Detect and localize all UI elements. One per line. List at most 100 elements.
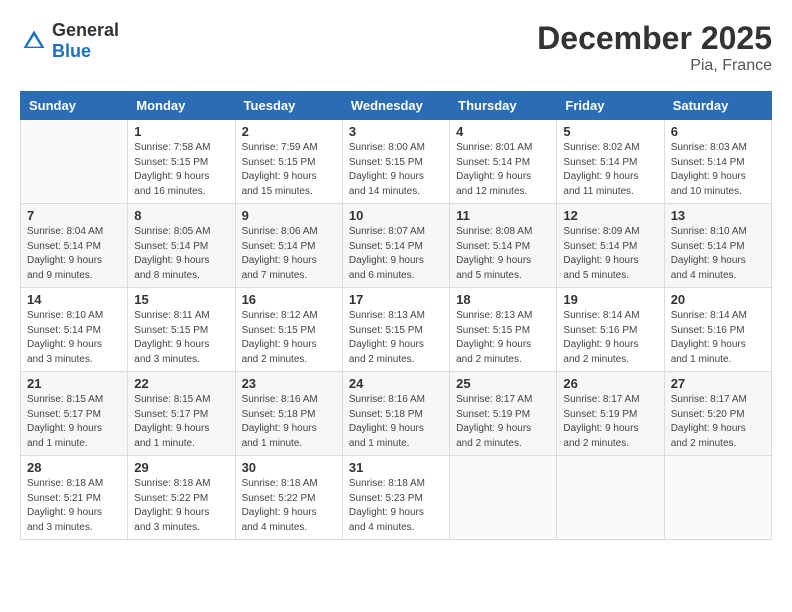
- day-number: 31: [349, 460, 443, 475]
- logo-general: General: [52, 20, 119, 40]
- day-number: 8: [134, 208, 228, 223]
- calendar-cell: 4 Sunrise: 8:01 AMSunset: 5:14 PMDaylight…: [450, 120, 557, 204]
- day-number: 27: [671, 376, 765, 391]
- calendar-cell: 10 Sunrise: 8:07 AMSunset: 5:14 PMDayligh…: [342, 204, 449, 288]
- logo-icon: [20, 27, 48, 55]
- day-info: Sunrise: 8:15 AMSunset: 5:17 PMDaylight:…: [27, 393, 121, 451]
- calendar-cell: 24 Sunrise: 8:16 AMSunset: 5:18 PMDayligh…: [342, 372, 449, 456]
- calendar-cell: 14Sunrise: 8:10 AMSunset: 5:14 PMDayligh…: [21, 288, 128, 372]
- calendar-cell: [21, 120, 128, 204]
- calendar-week-row: 7 Sunrise: 8:04 AMSunset: 5:14 PMDaylight…: [21, 204, 772, 288]
- day-number: 29: [134, 460, 228, 475]
- day-number: 14: [27, 292, 121, 307]
- day-info: Sunrise: 8:05 AMSunset: 5:14 PMDaylight:…: [134, 225, 228, 283]
- day-number: 7: [27, 208, 121, 223]
- day-info: Sunrise: 8:11 AMSunset: 5:15 PMDaylight:…: [134, 309, 228, 367]
- day-number: 17: [349, 292, 443, 307]
- day-number: 2: [242, 124, 336, 139]
- day-info: Sunrise: 8:13 AMSunset: 5:15 PMDaylight:…: [349, 309, 443, 367]
- day-info: Sunrise: 8:14 AMSunset: 5:16 PMDaylight:…: [671, 309, 765, 367]
- day-number: 15: [134, 292, 228, 307]
- calendar-cell: 30 Sunrise: 8:18 AMSunset: 5:22 PMDayligh…: [235, 456, 342, 540]
- col-header-thursday: Thursday: [450, 92, 557, 120]
- day-number: 19: [563, 292, 657, 307]
- day-number: 28: [27, 460, 121, 475]
- day-info: Sunrise: 8:17 AMSunset: 5:19 PMDaylight:…: [563, 393, 657, 451]
- calendar-cell: 5Sunrise: 8:02 AMSunset: 5:14 PMDaylight…: [557, 120, 664, 204]
- col-header-wednesday: Wednesday: [342, 92, 449, 120]
- day-info: Sunrise: 8:18 AMSunset: 5:22 PMDaylight:…: [242, 477, 336, 535]
- col-header-tuesday: Tuesday: [235, 92, 342, 120]
- day-number: 26: [563, 376, 657, 391]
- day-info: Sunrise: 8:04 AMSunset: 5:14 PMDaylight:…: [27, 225, 121, 283]
- calendar-cell: 8 Sunrise: 8:05 AMSunset: 5:14 PMDaylight…: [128, 204, 235, 288]
- calendar-cell: 17 Sunrise: 8:13 AMSunset: 5:15 PMDayligh…: [342, 288, 449, 372]
- calendar-cell: 28Sunrise: 8:18 AMSunset: 5:21 PMDayligh…: [21, 456, 128, 540]
- day-number: 9: [242, 208, 336, 223]
- calendar-cell: 23 Sunrise: 8:16 AMSunset: 5:18 PMDayligh…: [235, 372, 342, 456]
- day-number: 23: [242, 376, 336, 391]
- day-number: 12: [563, 208, 657, 223]
- title-block: December 2025 Pia, France: [537, 20, 772, 75]
- day-number: 18: [456, 292, 550, 307]
- day-number: 13: [671, 208, 765, 223]
- day-info: Sunrise: 8:18 AMSunset: 5:22 PMDaylight:…: [134, 477, 228, 535]
- calendar-cell: 31Sunrise: 8:18 AMSunset: 5:23 PMDayligh…: [342, 456, 449, 540]
- col-header-monday: Monday: [128, 92, 235, 120]
- calendar-cell: 13 Sunrise: 8:10 AMSunset: 5:14 PMDayligh…: [664, 204, 771, 288]
- day-number: 22: [134, 376, 228, 391]
- day-number: 16: [242, 292, 336, 307]
- calendar-cell: 2 Sunrise: 7:59 AMSunset: 5:15 PMDaylight…: [235, 120, 342, 204]
- month-title: December 2025: [537, 20, 772, 57]
- day-info: Sunrise: 8:15 AMSunset: 5:17 PMDaylight:…: [134, 393, 228, 451]
- day-info: Sunrise: 8:00 AMSunset: 5:15 PMDaylight:…: [349, 141, 443, 199]
- logo-text: General Blue: [52, 20, 119, 62]
- calendar-week-row: 21 Sunrise: 8:15 AMSunset: 5:17 PMDayligh…: [21, 372, 772, 456]
- day-info: Sunrise: 8:17 AMSunset: 5:19 PMDaylight:…: [456, 393, 550, 451]
- location-title: Pia, France: [537, 57, 772, 75]
- calendar-cell: 19 Sunrise: 8:14 AMSunset: 5:16 PMDayligh…: [557, 288, 664, 372]
- day-info: Sunrise: 7:59 AMSunset: 5:15 PMDaylight:…: [242, 141, 336, 199]
- day-info: Sunrise: 8:16 AMSunset: 5:18 PMDaylight:…: [242, 393, 336, 451]
- day-number: 21: [27, 376, 121, 391]
- day-number: 20: [671, 292, 765, 307]
- day-number: 3: [349, 124, 443, 139]
- day-number: 24: [349, 376, 443, 391]
- day-info: Sunrise: 8:12 AMSunset: 5:15 PMDaylight:…: [242, 309, 336, 367]
- calendar-cell: 3 Sunrise: 8:00 AMSunset: 5:15 PMDaylight…: [342, 120, 449, 204]
- calendar-cell: 22 Sunrise: 8:15 AMSunset: 5:17 PMDayligh…: [128, 372, 235, 456]
- calendar-cell: 6Sunrise: 8:03 AMSunset: 5:14 PMDaylight…: [664, 120, 771, 204]
- day-number: 30: [242, 460, 336, 475]
- calendar-week-row: 14Sunrise: 8:10 AMSunset: 5:14 PMDayligh…: [21, 288, 772, 372]
- day-number: 5: [563, 124, 657, 139]
- calendar-cell: 21 Sunrise: 8:15 AMSunset: 5:17 PMDayligh…: [21, 372, 128, 456]
- calendar-cell: 26 Sunrise: 8:17 AMSunset: 5:19 PMDayligh…: [557, 372, 664, 456]
- calendar-cell: [557, 456, 664, 540]
- calendar-cell: 12Sunrise: 8:09 AMSunset: 5:14 PMDayligh…: [557, 204, 664, 288]
- page-header: General Blue December 2025 Pia, France: [20, 20, 772, 75]
- calendar-cell: 15 Sunrise: 8:11 AMSunset: 5:15 PMDayligh…: [128, 288, 235, 372]
- logo-blue: Blue: [52, 41, 91, 61]
- day-info: Sunrise: 8:14 AMSunset: 5:16 PMDaylight:…: [563, 309, 657, 367]
- day-info: Sunrise: 8:06 AMSunset: 5:14 PMDaylight:…: [242, 225, 336, 283]
- day-info: Sunrise: 8:16 AMSunset: 5:18 PMDaylight:…: [349, 393, 443, 451]
- calendar-cell: 29 Sunrise: 8:18 AMSunset: 5:22 PMDayligh…: [128, 456, 235, 540]
- day-info: Sunrise: 8:08 AMSunset: 5:14 PMDaylight:…: [456, 225, 550, 283]
- day-info: Sunrise: 8:01 AMSunset: 5:14 PMDaylight:…: [456, 141, 550, 199]
- day-info: Sunrise: 8:17 AMSunset: 5:20 PMDaylight:…: [671, 393, 765, 451]
- calendar-table: SundayMondayTuesdayWednesdayThursdayFrid…: [20, 91, 772, 540]
- col-header-sunday: Sunday: [21, 92, 128, 120]
- day-number: 4: [456, 124, 550, 139]
- col-header-saturday: Saturday: [664, 92, 771, 120]
- day-number: 10: [349, 208, 443, 223]
- calendar-cell: 1Sunrise: 7:58 AMSunset: 5:15 PMDaylight…: [128, 120, 235, 204]
- day-number: 1: [134, 124, 228, 139]
- logo: General Blue: [20, 20, 119, 62]
- calendar-cell: [450, 456, 557, 540]
- calendar-week-row: 1Sunrise: 7:58 AMSunset: 5:15 PMDaylight…: [21, 120, 772, 204]
- calendar-cell: 7 Sunrise: 8:04 AMSunset: 5:14 PMDaylight…: [21, 204, 128, 288]
- day-info: Sunrise: 8:10 AMSunset: 5:14 PMDaylight:…: [671, 225, 765, 283]
- day-info: Sunrise: 8:07 AMSunset: 5:14 PMDaylight:…: [349, 225, 443, 283]
- col-header-friday: Friday: [557, 92, 664, 120]
- calendar-cell: 20 Sunrise: 8:14 AMSunset: 5:16 PMDayligh…: [664, 288, 771, 372]
